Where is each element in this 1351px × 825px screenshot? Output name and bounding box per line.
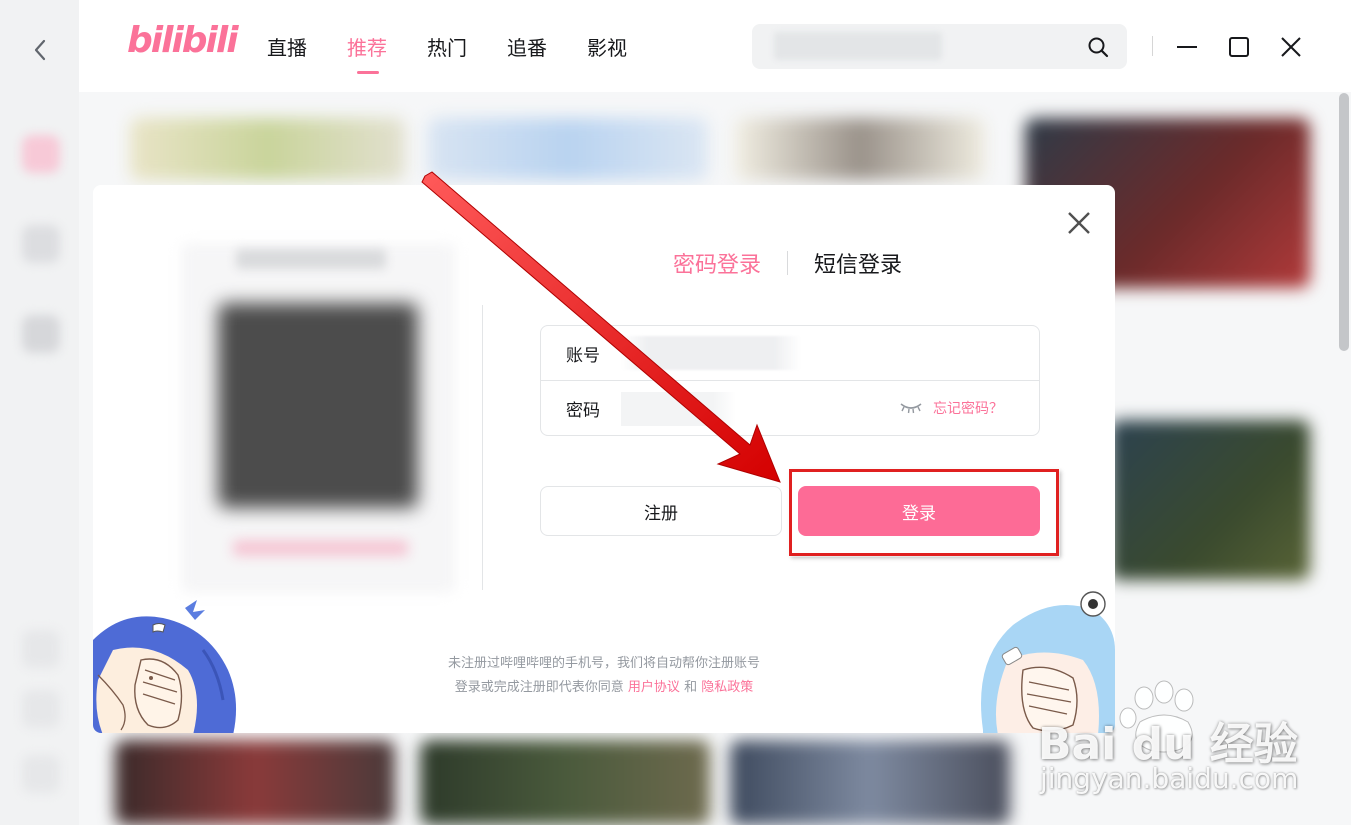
- sidebar-item-blurred[interactable]: [22, 690, 60, 728]
- eye-closed-icon[interactable]: [899, 401, 923, 415]
- login-button[interactable]: 登录: [798, 486, 1040, 536]
- password-row: 密码 忘记密码？: [541, 381, 1039, 436]
- nav-item-hot[interactable]: 热门: [427, 32, 467, 61]
- account-label: 账号: [566, 345, 600, 366]
- search-input[interactable]: [774, 32, 942, 60]
- register-button[interactable]: 注册: [540, 486, 782, 536]
- chevron-left-icon: [34, 39, 46, 61]
- agreement-line-2: 登录或完成注册即代表你同意 用户协议 和 隐私政策: [93, 676, 1115, 695]
- video-card-blurred[interactable]: [115, 740, 395, 825]
- agreement-prefix: 登录或完成注册即代表你同意: [454, 680, 624, 695]
- video-card-blurred[interactable]: [1110, 420, 1310, 580]
- watermark-url: jingyan.baidu.com: [1040, 762, 1299, 795]
- account-row: 账号: [541, 326, 1039, 381]
- back-button[interactable]: [26, 36, 54, 64]
- login-form: 账号 密码 忘记密码？: [540, 325, 1040, 436]
- sidebar-item-blurred[interactable]: [22, 755, 60, 793]
- close-icon[interactable]: [1065, 209, 1093, 237]
- main-nav: 直播 推荐 热门 追番 影视: [267, 32, 627, 74]
- video-card-blurred[interactable]: [428, 118, 708, 180]
- mascot-33-image: [93, 600, 236, 733]
- close-window-icon[interactable]: [1278, 34, 1304, 60]
- user-agreement-link[interactable]: 用户协议: [628, 680, 680, 695]
- video-card-blurred[interactable]: [735, 118, 985, 180]
- agreement-and: 和: [684, 680, 698, 695]
- video-card-blurred[interactable]: [130, 118, 405, 180]
- video-card-blurred[interactable]: [730, 740, 1010, 825]
- panel-divider: [482, 305, 483, 590]
- video-card-blurred[interactable]: [420, 740, 710, 825]
- tab-password-login[interactable]: 密码登录: [673, 247, 761, 279]
- nav-item-movies[interactable]: 影视: [587, 32, 627, 61]
- nav-item-anime[interactable]: 追番: [507, 32, 547, 61]
- password-label: 密码: [566, 401, 600, 421]
- search-box[interactable]: [752, 24, 1127, 69]
- nav-item-live[interactable]: 直播: [267, 32, 307, 61]
- agreement-line-1: 未注册过哔哩哔哩的手机号，我们将自动帮你注册账号: [447, 656, 760, 671]
- sidebar-item-blurred[interactable]: [22, 630, 60, 668]
- bilibili-logo[interactable]: bilibili: [127, 20, 239, 61]
- password-input[interactable]: [621, 391, 736, 426]
- window-controls-divider: [1152, 36, 1153, 56]
- qr-title-blurred: [236, 249, 386, 269]
- top-bar: bilibili 直播 推荐 热门 追番 影视: [79, 0, 1351, 92]
- left-sidebar: [0, 0, 79, 825]
- sidebar-item-blurred[interactable]: [22, 315, 60, 353]
- maximize-icon[interactable]: [1226, 34, 1252, 60]
- page-scrollbar[interactable]: [1339, 93, 1349, 351]
- search-icon[interactable]: [1087, 36, 1109, 58]
- tab-divider: [787, 251, 789, 275]
- forgot-password-link[interactable]: 忘记密码？: [933, 398, 1003, 418]
- nav-item-recommend[interactable]: 推荐: [347, 32, 387, 74]
- account-input[interactable]: [621, 336, 801, 370]
- login-tabs: 密码登录 短信登录: [673, 247, 902, 279]
- sidebar-item-blurred[interactable]: [22, 135, 60, 173]
- sidebar-item-blurred[interactable]: [22, 225, 60, 263]
- minimize-icon[interactable]: [1174, 34, 1200, 60]
- tab-sms-login[interactable]: 短信登录: [814, 247, 902, 279]
- qr-subtitle-blurred: [233, 540, 408, 556]
- qr-code-image: [218, 303, 418, 508]
- login-modal: 密码登录 短信登录 账号 密码 忘记密码？ 注册 登录 未注册过哔哩哔哩的手机号…: [93, 185, 1115, 733]
- privacy-policy-link[interactable]: 隐私政策: [701, 680, 753, 695]
